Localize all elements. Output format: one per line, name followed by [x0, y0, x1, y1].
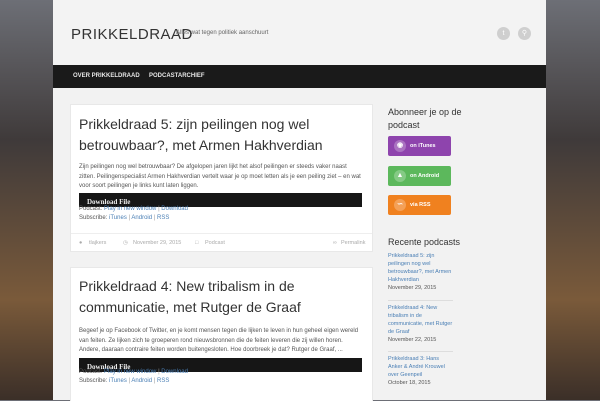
divider	[388, 300, 453, 301]
subscribe-links: Subscribe: iTunes | Android | RSS	[79, 215, 169, 221]
player-label: Download File	[87, 198, 131, 206]
itunes-link[interactable]: iTunes	[109, 215, 127, 221]
link-separator: |	[158, 206, 160, 212]
nav-item-over-prikkeldraad[interactable]: OVER PRIKKELDRAAD	[73, 73, 140, 79]
podcast-links: Podcast: Play in new window | Download	[79, 206, 188, 212]
subscribe-heading: Abonneer je op de podcast	[388, 107, 462, 130]
recent-item: Prikkeldraad 5: zijn peilingen nog wel b…	[388, 252, 453, 292]
link-separator: |	[158, 369, 160, 375]
divider	[388, 351, 453, 352]
recent-item-title[interactable]: Prikkeldraad 3: Hans Anker & André Krouw…	[388, 355, 453, 379]
download-link[interactable]: Download	[161, 206, 188, 212]
podcast-icon: ◉	[394, 140, 406, 152]
recent-item-title[interactable]: Prikkeldraad 5: zijn peilingen nog wel b…	[388, 252, 453, 284]
subscribe-itunes-label: on iTunes	[410, 143, 436, 149]
post-card: Prikkeldraad 5: zijn peilingen nog wel b…	[70, 104, 373, 252]
itunes-link[interactable]: iTunes	[109, 378, 127, 384]
android-link[interactable]: Android	[131, 215, 152, 221]
subscribe-android-button[interactable]: ▲ on Android	[388, 166, 451, 186]
rss-link[interactable]: RSS	[157, 215, 169, 221]
main-nav: OVER PRIKKELDRAAD PODCASTARCHIEF	[53, 65, 546, 88]
post-title[interactable]: Prikkeldraad 5: zijn peilingen nog wel b…	[79, 114, 369, 156]
author-icon: ●	[79, 240, 83, 246]
podcast-prefix: Podcast:	[79, 206, 103, 212]
play-in-new-window-link[interactable]: Play in new window	[104, 206, 156, 212]
post-date[interactable]: November 29, 2015	[133, 240, 181, 246]
site-tagline: Alles wat tegen politiek aanschuurt	[176, 30, 269, 36]
post-category[interactable]: Podcast	[205, 240, 225, 246]
recent-item-date: November 22, 2015	[388, 337, 437, 343]
permalink[interactable]: Permalink	[341, 240, 365, 246]
nav-item-podcastarchief[interactable]: PODCASTARCHIEF	[149, 73, 205, 79]
recent-item: Prikkeldraad 3: Hans Anker & André Krouw…	[388, 355, 453, 387]
podcast-prefix: Podcast:	[79, 369, 103, 375]
subscribe-rss-label: via RSS	[410, 202, 431, 208]
subscribe-links: Subscribe: iTunes | Android | RSS	[79, 378, 169, 384]
site-header: PRIKKELDRAAD Alles wat tegen politiek aa…	[53, 0, 546, 65]
link-icon: ∞	[333, 240, 337, 246]
post-excerpt: Zijn peilingen nog wel betrouwbaar? De a…	[79, 164, 361, 189]
android-link[interactable]: Android	[131, 378, 152, 384]
recent-item: Prikkeldraad 4: New tribalism in de comm…	[388, 304, 453, 344]
post-excerpt: Begeef je op Facebook of Twitter, en je …	[79, 328, 359, 353]
recent-item-date: November 29, 2015	[388, 285, 437, 291]
twitter-icon[interactable]: t	[497, 27, 510, 40]
link-separator: |	[153, 378, 156, 384]
recent-item-date: October 18, 2015	[388, 380, 431, 386]
post-card: Prikkeldraad 4: New tribalism in de comm…	[70, 267, 373, 401]
audio-player[interactable]: Download File	[79, 193, 362, 207]
podcast-links: Podcast: Play in new window | Download	[79, 369, 188, 375]
subscribe-prefix: Subscribe:	[79, 215, 108, 221]
folder-icon: □	[195, 240, 199, 246]
android-icon: ▲	[394, 170, 406, 182]
subscribe-itunes-button[interactable]: ◉ on iTunes	[388, 136, 451, 156]
link-separator: |	[153, 215, 156, 221]
site-title[interactable]: PRIKKELDRAAD	[71, 26, 193, 43]
rss-link[interactable]: RSS	[157, 378, 169, 384]
subscribe-prefix: Subscribe:	[79, 378, 108, 384]
date-icon: ◷	[123, 240, 128, 246]
link-separator: |	[128, 215, 131, 221]
rss-icon: ∽	[394, 199, 406, 211]
recent-podcasts-heading: Recente podcasts	[388, 237, 461, 247]
post-author[interactable]: tlajkers	[89, 240, 106, 246]
post-footer: ● tlajkers ◷ November 29, 2015 □ Podcast…	[71, 233, 372, 250]
subscribe-android-label: on Android	[410, 173, 440, 179]
play-in-new-window-link[interactable]: Play in new window	[104, 369, 156, 375]
link-separator: |	[128, 378, 131, 384]
subscribe-rss-button[interactable]: ∽ via RSS	[388, 195, 451, 215]
download-link[interactable]: Download	[161, 369, 188, 375]
post-title[interactable]: Prikkeldraad 4: New tribalism in de comm…	[79, 276, 369, 318]
recent-item-title[interactable]: Prikkeldraad 4: New tribalism in de comm…	[388, 304, 453, 336]
search-icon[interactable]: ⚲	[518, 27, 531, 40]
